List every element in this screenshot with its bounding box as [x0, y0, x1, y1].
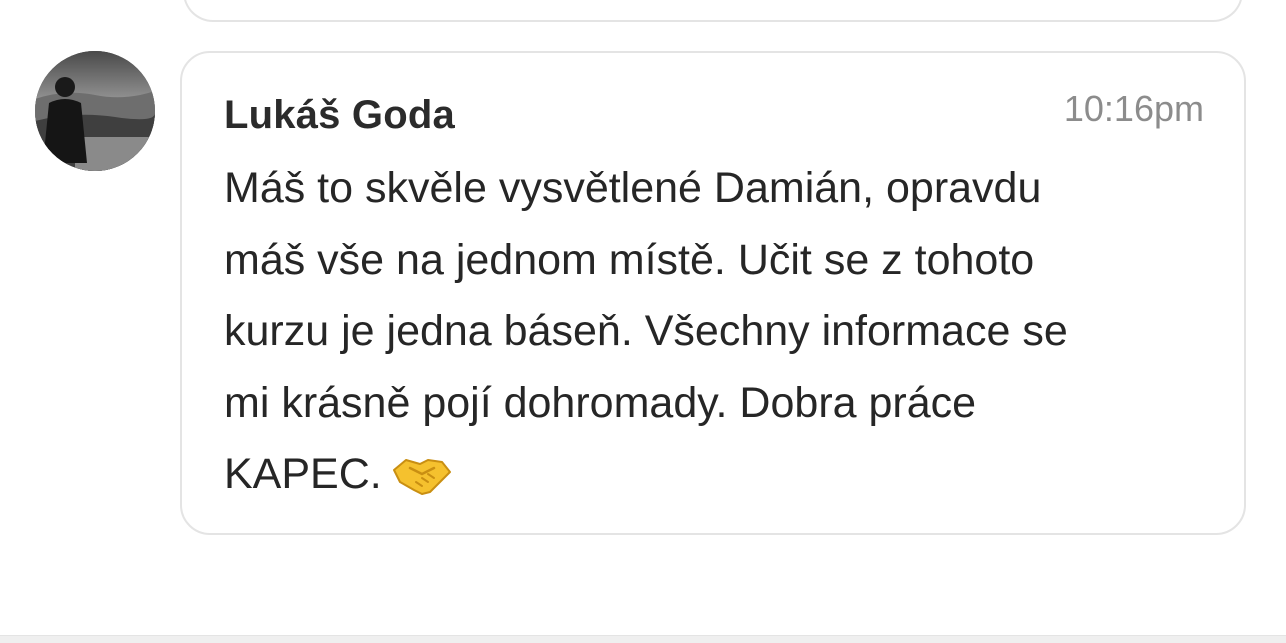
- previous-comment-card: [183, 0, 1243, 22]
- comment-timestamp: 10:16pm: [1063, 88, 1204, 129]
- comment-text: Máš to skvěle vysvětlené Damián, opravdu…: [224, 164, 1068, 498]
- comment-body: Máš to skvěle vysvětlené Damián, opravdu…: [224, 153, 1204, 519]
- avatar[interactable]: [35, 51, 155, 171]
- comment-author[interactable]: Lukáš Goda: [224, 91, 455, 139]
- handshake-icon: [392, 447, 452, 519]
- bottom-divider: [0, 635, 1286, 643]
- comment-card: Lukáš Goda 10:16pm Máš to skvěle vysvětl…: [180, 51, 1246, 535]
- avatar-photo: [35, 51, 155, 171]
